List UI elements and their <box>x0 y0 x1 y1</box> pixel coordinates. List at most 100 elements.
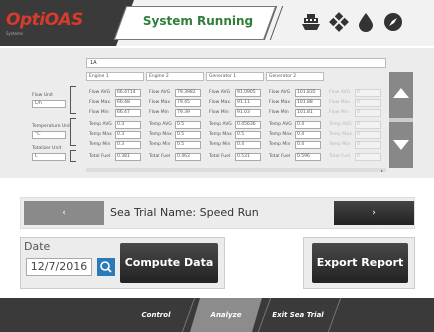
metric-label: Flow Min <box>149 110 169 115</box>
scroll-right-icon[interactable]: ▸ <box>381 168 383 173</box>
fuel-drop-icon[interactable] <box>355 11 377 33</box>
sea-trial-name: Sea Trial Name: Speed Run <box>110 206 259 219</box>
metric-value: 101.88 <box>295 99 321 107</box>
metric-label: Flow AVG <box>209 90 231 95</box>
metric-label: Flow Max <box>329 100 351 105</box>
metric-value: 0 <box>355 99 381 107</box>
flow-unit-label: Flow Unit <box>32 93 53 98</box>
metric-value: 0 <box>355 141 381 149</box>
metric-label: Temp Max <box>269 132 292 137</box>
metric-label: Flow AVG <box>89 90 111 95</box>
app-logo: OptiOAS <box>6 10 83 30</box>
metric-value: 79.39 <box>175 109 201 117</box>
metric-label: Temp AVG <box>329 122 352 127</box>
tab-control[interactable]: Control <box>128 298 184 332</box>
date-label: Date <box>24 240 51 253</box>
metric-label: Total Fuel <box>209 154 231 159</box>
metric-value: 0.45636 <box>235 121 261 129</box>
logo-subtitle: Systems <box>6 31 23 36</box>
totalizer-unit-label: Totalizer Unit <box>32 146 62 151</box>
system-status: System Running <box>142 14 254 28</box>
compass-icon[interactable] <box>382 11 404 33</box>
metric-label: Flow Min <box>209 110 229 115</box>
metric-label: Flow Max <box>89 100 111 105</box>
previous-trial-button[interactable]: ‹ <box>24 201 104 225</box>
date-field[interactable]: 12/7/2016 <box>26 258 92 276</box>
metric-value: 0 <box>355 131 381 139</box>
arrow-up-icon <box>393 88 409 98</box>
group-header: Generator 2 <box>266 72 324 81</box>
metric-value: 66.47 <box>115 109 141 117</box>
temp-bracket <box>70 118 76 146</box>
metric-label: Flow Max <box>269 100 291 105</box>
metric-value: 0.531 <box>235 153 261 161</box>
metric-value: 66.4714 <box>115 89 141 97</box>
metric-value: 0.4 <box>295 131 321 139</box>
metric-value: 0.3 <box>115 141 141 149</box>
metric-value: 0 <box>355 89 381 97</box>
group-header: Engine 1 <box>86 72 144 81</box>
arrow-down-icon <box>393 140 409 150</box>
metric-label: Temp AVG <box>149 122 172 127</box>
metric-value: 0.3 <box>115 121 141 129</box>
metric-label: Flow Min <box>329 110 349 115</box>
metric-label: Temp Min <box>209 142 231 147</box>
metric-label: Temp Max <box>329 132 352 137</box>
metric-label: Temp AVG <box>269 122 292 127</box>
totalizer-unit-field[interactable]: L <box>32 153 66 161</box>
group-header: Generator 1 <box>206 72 264 81</box>
diamond-grid-icon[interactable] <box>328 11 350 33</box>
metric-value: 91.11 <box>235 99 261 107</box>
metric-label: Flow Max <box>209 100 231 105</box>
metric-label: Flow Max <box>149 100 171 105</box>
metric-label: Temp Max <box>149 132 172 137</box>
metric-label: Temp AVG <box>209 122 232 127</box>
compute-data-button[interactable]: Compute Data <box>120 243 218 283</box>
scroll-up-button[interactable] <box>389 72 413 118</box>
metric-label: Flow Min <box>89 110 109 115</box>
ship-icon[interactable] <box>300 11 322 33</box>
metric-value: 101.835 <box>295 89 321 97</box>
metric-value: 0.463 <box>175 153 201 161</box>
metric-value: 0 <box>355 121 381 129</box>
flow-bracket <box>70 86 76 114</box>
metric-label: Total Fuel <box>149 154 171 159</box>
metric-label: Temp Max <box>89 132 112 137</box>
metric-label: Temp Max <box>209 132 232 137</box>
temp-unit-field[interactable]: °C <box>32 131 66 139</box>
metric-value: 0.5 <box>175 141 201 149</box>
metric-value: 79.45 <box>175 99 201 107</box>
metric-value: 91.0905 <box>235 89 261 97</box>
next-trial-button[interactable]: › <box>334 201 414 225</box>
metric-value: 0.5 <box>235 131 261 139</box>
metric-value: 0.4 <box>295 141 321 149</box>
metric-label: Flow AVG <box>329 90 351 95</box>
tab-analyze[interactable]: Analyze <box>190 298 262 332</box>
horizontal-scrollbar[interactable] <box>86 168 386 172</box>
metric-label: Temp Min <box>89 142 111 147</box>
metric-label: Temp AVG <box>89 122 112 127</box>
scroll-down-button[interactable] <box>389 122 413 168</box>
metric-value: 0 <box>355 153 381 161</box>
temp-unit-label: Temperature Unit <box>32 124 72 129</box>
metric-value: 79.3982 <box>175 89 201 97</box>
export-report-button[interactable]: Export Report <box>312 243 408 283</box>
group-header: Engine 2 <box>146 72 204 81</box>
tab-exit-sea-trial[interactable]: Exit Sea Trial <box>266 298 330 332</box>
flow-unit-field[interactable]: L/h <box>32 100 66 108</box>
metric-label: Temp Min <box>269 142 291 147</box>
metric-label: Temp Min <box>329 142 351 147</box>
metric-label: Temp Min <box>149 142 171 147</box>
metric-value: 0.3 <box>115 131 141 139</box>
metric-label: Flow AVG <box>149 90 171 95</box>
date-search-button[interactable] <box>97 258 115 276</box>
metric-label: Flow Min <box>269 110 289 115</box>
metric-value: 0.381 <box>115 153 141 161</box>
search-icon <box>100 261 112 273</box>
total-bracket <box>70 150 76 162</box>
metric-label: Total Fuel <box>89 154 111 159</box>
metric-value: 91.03 <box>235 109 261 117</box>
metric-label: Flow AVG <box>269 90 291 95</box>
metric-value: 0.5 <box>175 131 201 139</box>
metric-value: 0.5 <box>175 121 201 129</box>
